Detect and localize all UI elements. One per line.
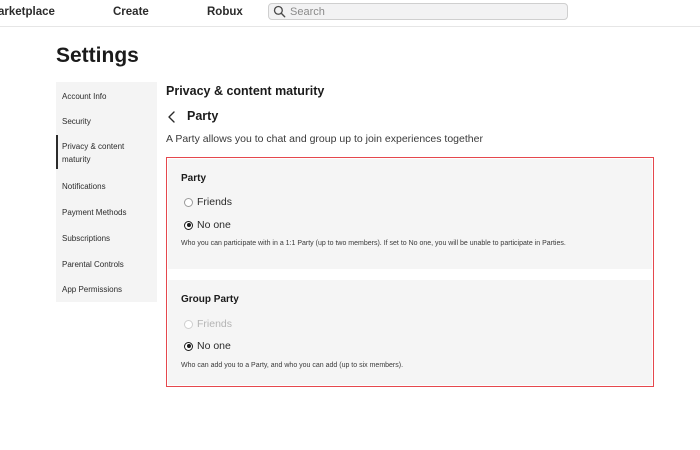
page-title: Settings (56, 44, 139, 67)
top-navigation-bar: arketplace Create Robux (0, 0, 700, 27)
sidebar-item-notifications[interactable]: Notifications (56, 180, 157, 193)
sidebar-item-subscriptions[interactable]: Subscriptions (56, 232, 157, 245)
back-chevron-icon[interactable] (166, 110, 178, 124)
nav-marketplace-link[interactable]: arketplace (0, 6, 55, 18)
sidebar-item-account-info[interactable]: Account Info (56, 90, 157, 103)
radio-checked-icon[interactable] (184, 341, 193, 351)
group-party-option-friends: Friends (184, 318, 232, 330)
option-label: Friends (197, 318, 233, 330)
nav-robux-link[interactable]: Robux (207, 6, 243, 18)
party-description: A Party allows you to chat and group up … (166, 133, 483, 145)
group-party-card-title: Group Party (181, 294, 239, 305)
party-card-title: Party (181, 173, 207, 184)
radio-disabled-icon (184, 319, 193, 329)
sidebar-item-security[interactable]: Security (56, 115, 157, 128)
search-bar[interactable] (268, 3, 568, 20)
settings-sidebar: Account Info Security Privacy & content … (56, 82, 157, 302)
party-setting-card: Party Friends No one Who you can partici… (168, 159, 652, 269)
radio-unchecked-icon[interactable] (184, 197, 193, 207)
option-label: No one (197, 340, 231, 352)
section-title: Privacy & content maturity (166, 84, 325, 98)
party-help-text: Who you can participate with in a 1:1 Pa… (181, 240, 566, 247)
radio-checked-icon[interactable] (184, 220, 193, 230)
option-label: No one (197, 219, 231, 231)
group-party-setting-card: Group Party Friends No one Who can add y… (168, 280, 652, 385)
option-label: Friends (197, 196, 233, 208)
sidebar-item-privacy[interactable]: Privacy & content maturity (56, 135, 157, 169)
sidebar-item-app-permissions[interactable]: App Permissions (56, 283, 157, 296)
party-settings-highlight-box: Party Friends No one Who you can partici… (166, 157, 654, 387)
search-input[interactable] (286, 5, 560, 18)
nav-create-link[interactable]: Create (113, 6, 149, 18)
group-party-help-text: Who can add you to a Party, and who you … (181, 362, 404, 369)
party-option-no-one[interactable]: No one (184, 219, 231, 231)
sidebar-item-payment-methods[interactable]: Payment Methods (56, 206, 157, 219)
subsection-title: Party (187, 109, 219, 123)
sidebar-item-parental-controls[interactable]: Parental Controls (56, 258, 157, 271)
group-party-option-no-one[interactable]: No one (184, 340, 231, 352)
search-icon (273, 5, 286, 18)
party-option-friends[interactable]: Friends (184, 196, 232, 208)
